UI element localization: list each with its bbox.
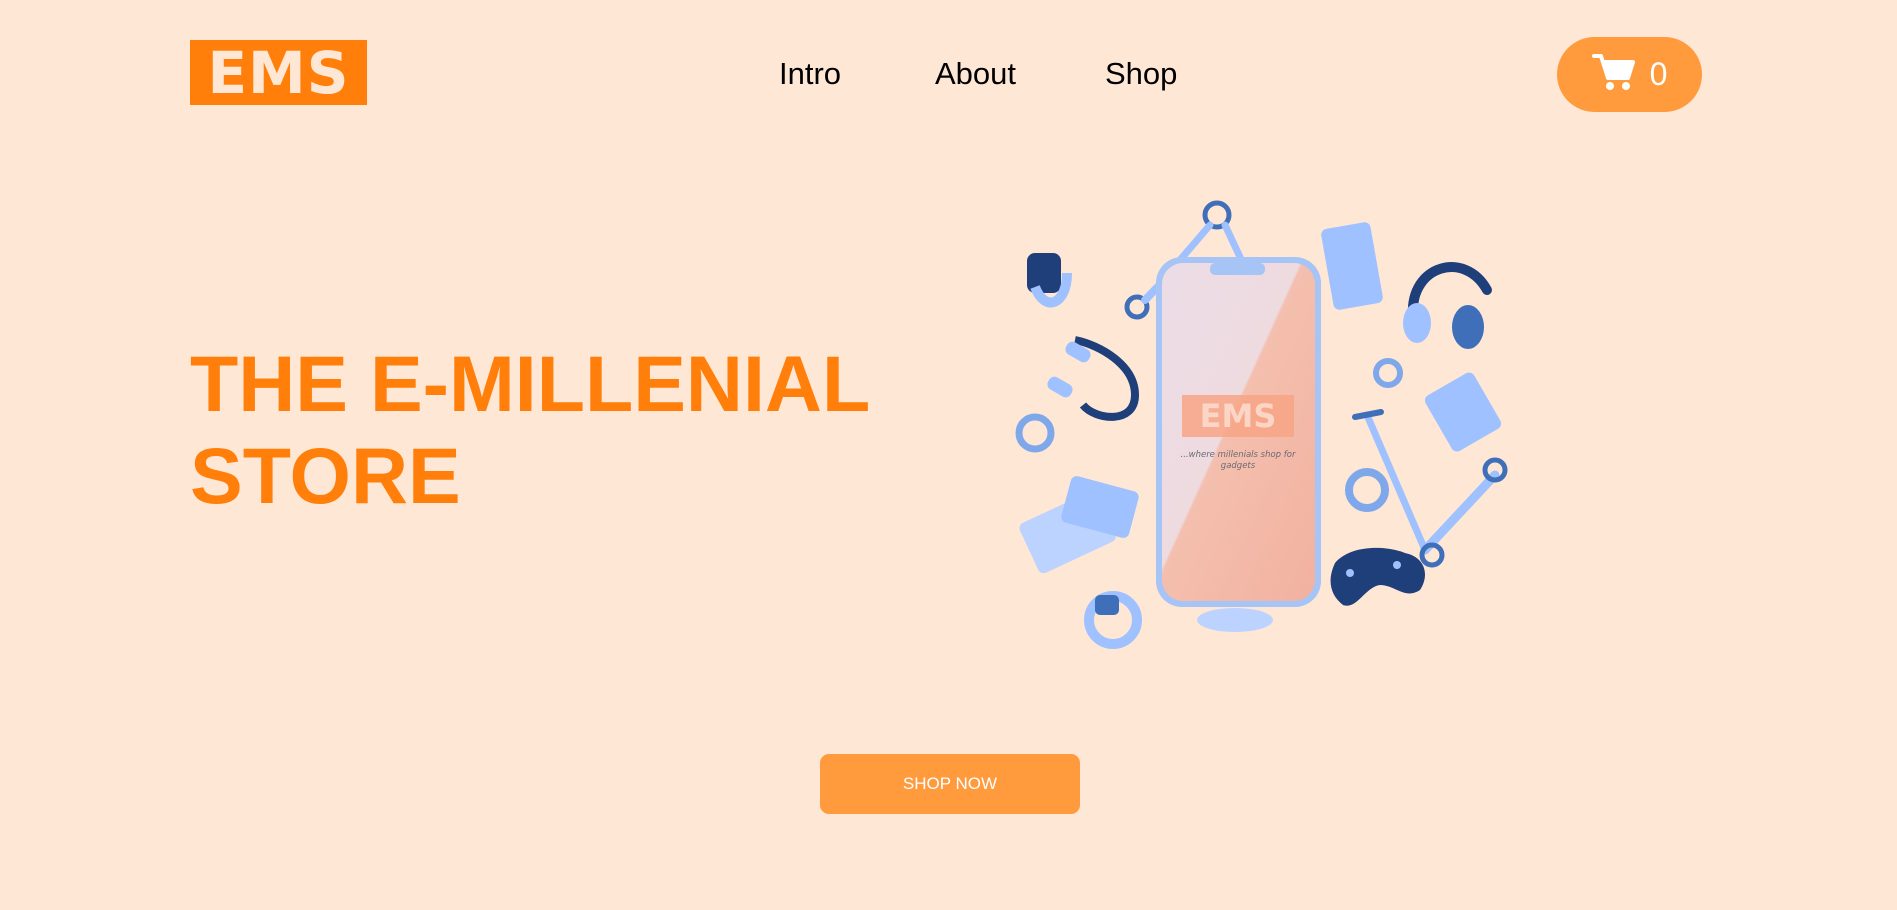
phone-icon: EMS ...where millenials shop for gadgets [1156, 257, 1321, 607]
phone-tagline-2: gadgets [1221, 461, 1256, 471]
smartwatch-icon [1084, 591, 1142, 649]
cart-count: 0 [1649, 56, 1668, 92]
hero-gadgets-image: EMS ...where millenials shop for gadgets [1005, 195, 1525, 665]
fitness-band-icon [1373, 358, 1403, 388]
smartwatch-icon [1027, 253, 1072, 308]
cart-icon [1591, 50, 1636, 99]
keyboard-icon [1019, 476, 1139, 574]
earbuds-icon [1047, 336, 1140, 421]
fitness-band-icon [1015, 413, 1055, 453]
nav-link-intro[interactable]: Intro [779, 54, 841, 94]
cart-button[interactable]: 0 [1557, 37, 1702, 112]
shop-now-button[interactable]: SHOP NOW [820, 754, 1080, 814]
game-controller-icon [1330, 547, 1425, 606]
fitness-band-icon [1345, 468, 1389, 512]
nav-link-shop[interactable]: Shop [1105, 54, 1177, 94]
headphones-icon [1403, 262, 1492, 349]
hero-headline-line2: STORE [190, 431, 461, 520]
phone-screen-logo: EMS [1200, 397, 1277, 435]
tablet-icon [1321, 222, 1383, 310]
hero-headline: THE E-MILLENIAL STORE [190, 338, 950, 522]
hero-headline-line1: THE E-MILLENIAL [190, 339, 871, 428]
mouse-icon [1197, 608, 1273, 632]
phone-tagline-1: ...where millenials shop for [1181, 450, 1296, 460]
nav-link-about[interactable]: About [935, 54, 1016, 94]
tablet-icon [1424, 372, 1502, 452]
